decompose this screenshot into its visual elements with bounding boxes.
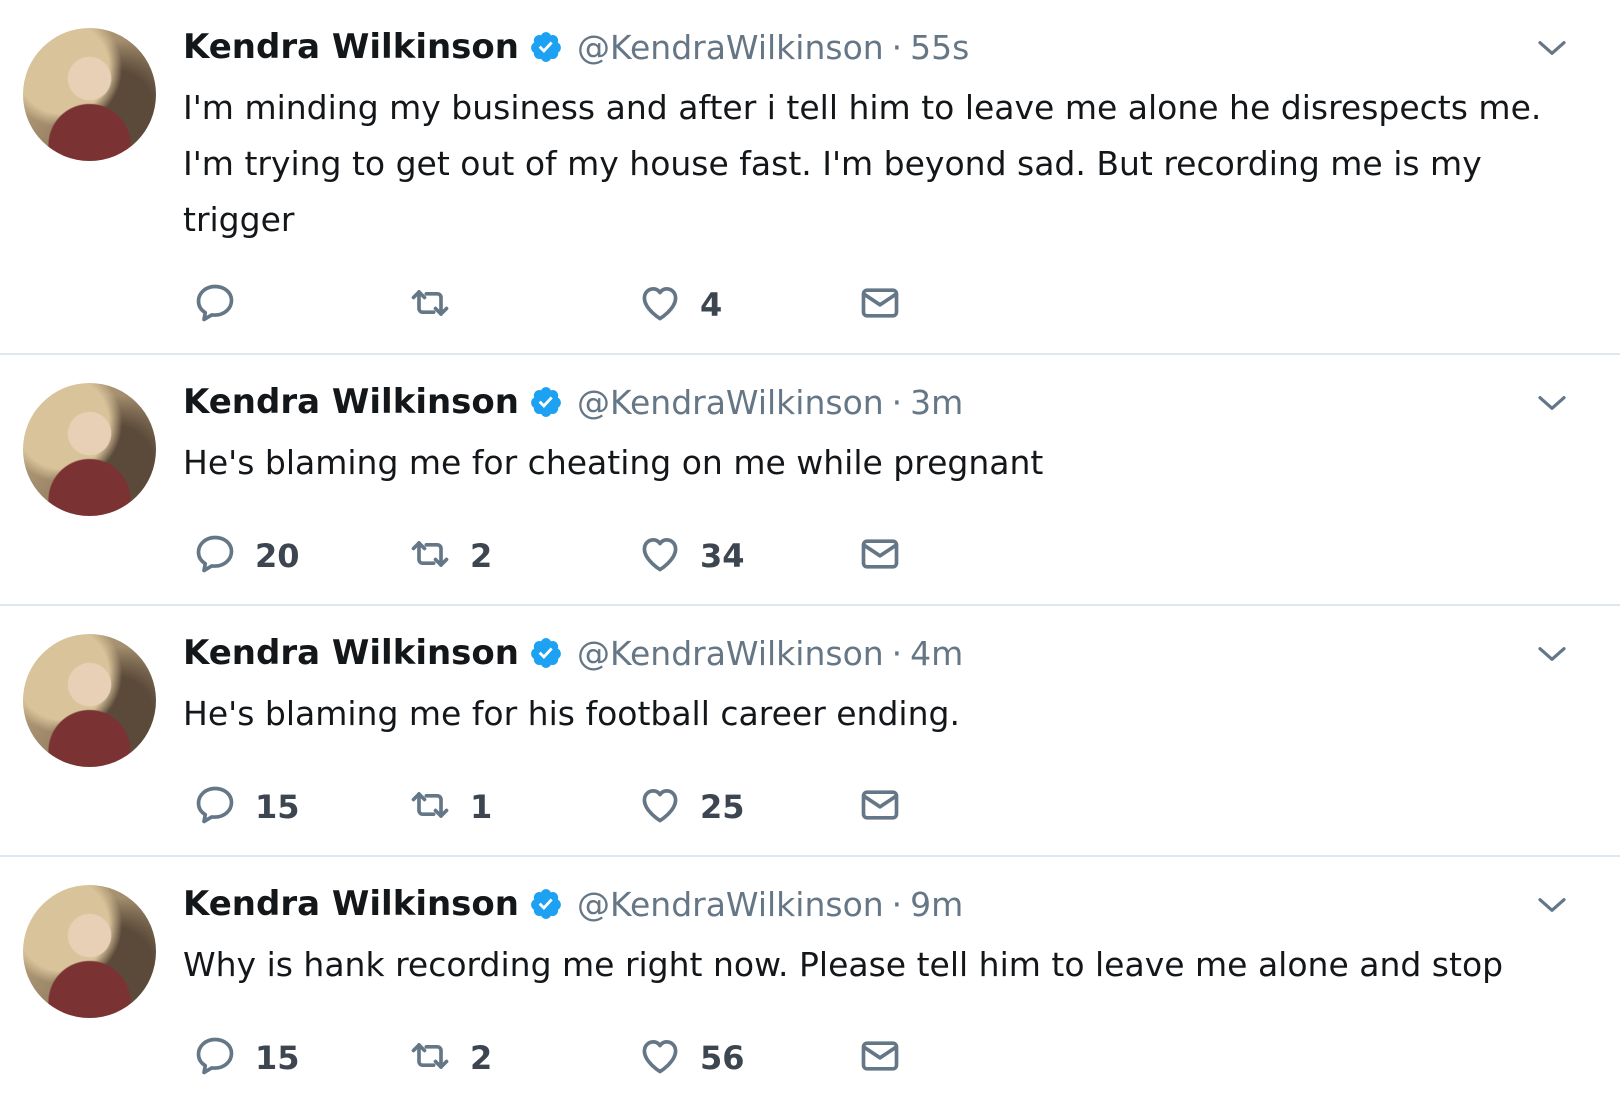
- tweet-actions: 15 2 56: [183, 1033, 943, 1083]
- tweet-text: I'm minding my business and after i tell…: [183, 88, 1542, 239]
- reply-icon: [193, 532, 237, 580]
- tweet-header: Kendra Wilkinson @KendraWilkinson · 9m: [183, 883, 963, 925]
- reply-count: 15: [255, 1039, 300, 1077]
- like-count: 4: [700, 286, 723, 324]
- verified-badge-icon: [529, 30, 563, 64]
- avatar[interactable]: [23, 383, 156, 516]
- direct-message-button[interactable]: [858, 1033, 902, 1083]
- retweet-icon: [408, 783, 452, 831]
- separator-dot: ·: [891, 633, 903, 673]
- chevron-down-icon[interactable]: [1536, 638, 1568, 670]
- retweet-icon: [408, 532, 452, 580]
- tweet[interactable]: Kendra Wilkinson @KendraWilkinson · 55s …: [0, 0, 1620, 355]
- chevron-down-icon[interactable]: [1536, 889, 1568, 921]
- tweet-text: Why is hank recording me right now. Plea…: [183, 945, 1504, 984]
- tweet-feed: Kendra Wilkinson @KendraWilkinson · 55s …: [0, 0, 1620, 1097]
- retweet-button[interactable]: [408, 280, 470, 330]
- avatar[interactable]: [23, 28, 156, 161]
- reply-icon: [193, 783, 237, 831]
- handle[interactable]: @KendraWilkinson: [577, 28, 884, 67]
- retweet-button[interactable]: 2: [408, 531, 492, 581]
- envelope-icon: [858, 532, 902, 580]
- tweet-header: Kendra Wilkinson @KendraWilkinson · 4m: [183, 632, 963, 674]
- tweet-header: Kendra Wilkinson @KendraWilkinson · 55s: [183, 26, 969, 68]
- chevron-down-icon[interactable]: [1536, 32, 1568, 64]
- handle[interactable]: @KendraWilkinson: [577, 634, 884, 673]
- separator-dot: ·: [891, 27, 903, 67]
- retweet-icon: [408, 1034, 452, 1082]
- tweet[interactable]: Kendra Wilkinson @KendraWilkinson · 4m H…: [0, 606, 1620, 857]
- display-name[interactable]: Kendra Wilkinson: [183, 884, 519, 924]
- envelope-icon: [858, 783, 902, 831]
- verified-badge-icon: [529, 887, 563, 921]
- heart-icon: [638, 532, 682, 580]
- like-button[interactable]: 25: [638, 782, 745, 832]
- retweet-button[interactable]: 1: [408, 782, 492, 832]
- like-button[interactable]: 4: [638, 280, 722, 330]
- tweet-text: He's blaming me for his football career …: [183, 694, 960, 733]
- reply-icon: [193, 281, 237, 329]
- tweet-actions: 20 2 34: [183, 531, 943, 581]
- timestamp[interactable]: 4m: [910, 634, 963, 673]
- reply-button[interactable]: 15: [193, 782, 300, 832]
- heart-icon: [638, 1034, 682, 1082]
- tweet-actions: 4: [183, 280, 943, 330]
- display-name[interactable]: Kendra Wilkinson: [183, 27, 519, 67]
- like-button[interactable]: 56: [638, 1033, 745, 1083]
- display-name[interactable]: Kendra Wilkinson: [183, 633, 519, 673]
- direct-message-button[interactable]: [858, 280, 902, 330]
- retweet-icon: [408, 281, 452, 329]
- retweet-button[interactable]: 2: [408, 1033, 492, 1083]
- like-count: 25: [700, 788, 745, 826]
- like-count: 56: [700, 1039, 745, 1077]
- like-count: 34: [700, 537, 745, 575]
- display-name[interactable]: Kendra Wilkinson: [183, 382, 519, 422]
- envelope-icon: [858, 1034, 902, 1082]
- timestamp[interactable]: 55s: [910, 28, 969, 67]
- reply-button[interactable]: [193, 280, 255, 330]
- handle[interactable]: @KendraWilkinson: [577, 383, 884, 422]
- handle[interactable]: @KendraWilkinson: [577, 885, 884, 924]
- retweet-count: 2: [470, 537, 493, 575]
- heart-icon: [638, 783, 682, 831]
- separator-dot: ·: [891, 884, 903, 924]
- tweet[interactable]: Kendra Wilkinson @KendraWilkinson · 9m W…: [0, 857, 1620, 1097]
- reply-button[interactable]: 15: [193, 1033, 300, 1083]
- tweet-header: Kendra Wilkinson @KendraWilkinson · 3m: [183, 381, 963, 423]
- retweet-count: 1: [470, 788, 493, 826]
- reply-count: 20: [255, 537, 300, 575]
- direct-message-button[interactable]: [858, 782, 902, 832]
- reply-button[interactable]: 20: [193, 531, 300, 581]
- reply-count: 15: [255, 788, 300, 826]
- verified-badge-icon: [529, 636, 563, 670]
- timestamp[interactable]: 3m: [910, 383, 963, 422]
- heart-icon: [638, 281, 682, 329]
- avatar[interactable]: [23, 885, 156, 1018]
- tweet-actions: 15 1 25: [183, 782, 943, 832]
- envelope-icon: [858, 281, 902, 329]
- timestamp[interactable]: 9m: [910, 885, 963, 924]
- tweet-text: He's blaming me for cheating on me while…: [183, 443, 1044, 482]
- reply-icon: [193, 1034, 237, 1082]
- avatar[interactable]: [23, 634, 156, 767]
- verified-badge-icon: [529, 385, 563, 419]
- like-button[interactable]: 34: [638, 531, 745, 581]
- separator-dot: ·: [891, 382, 903, 422]
- retweet-count: 2: [470, 1039, 493, 1077]
- chevron-down-icon[interactable]: [1536, 387, 1568, 419]
- direct-message-button[interactable]: [858, 531, 902, 581]
- tweet[interactable]: Kendra Wilkinson @KendraWilkinson · 3m H…: [0, 355, 1620, 606]
